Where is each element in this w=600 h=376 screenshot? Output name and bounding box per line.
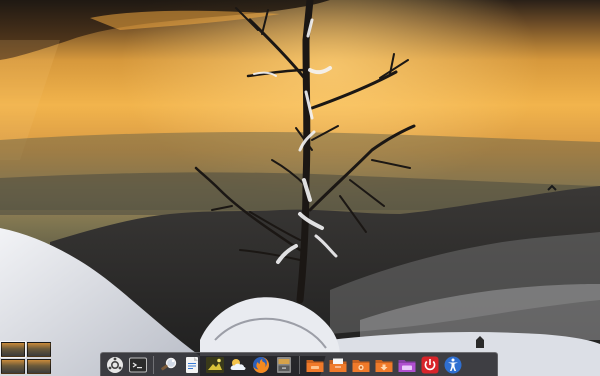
folder-downloads-icon[interactable] — [373, 354, 395, 376]
text-editor-icon[interactable] — [181, 354, 203, 376]
workspace-thumbnail[interactable] — [27, 342, 51, 357]
terminal-icon[interactable] — [127, 354, 149, 376]
folder-orange-icon[interactable] — [304, 354, 326, 376]
folder-documents-icon[interactable] — [327, 354, 349, 376]
workspace-thumbnail[interactable] — [0, 341, 26, 358]
workspace-thumbnail[interactable] — [1, 359, 25, 374]
image-viewer-icon[interactable] — [204, 354, 226, 376]
dock — [100, 352, 498, 376]
accessibility-icon[interactable] — [442, 354, 464, 376]
search-tool-icon[interactable] — [158, 354, 180, 376]
dock-separator — [299, 355, 300, 374]
desktop-wallpaper — [0, 0, 600, 376]
power-icon[interactable] — [419, 354, 441, 376]
weather-icon[interactable] — [227, 354, 249, 376]
folder-pictures-icon[interactable] — [350, 354, 372, 376]
workspace-switcher[interactable] — [0, 341, 51, 374]
firefox-icon[interactable] — [250, 354, 272, 376]
file-manager-icon[interactable] — [273, 354, 295, 376]
desktop[interactable] — [0, 0, 600, 376]
folder-video-icon[interactable] — [396, 354, 418, 376]
menu-launcher-icon[interactable] — [104, 354, 126, 376]
dock-separator — [153, 355, 154, 374]
workspace-thumbnail[interactable] — [27, 359, 51, 374]
